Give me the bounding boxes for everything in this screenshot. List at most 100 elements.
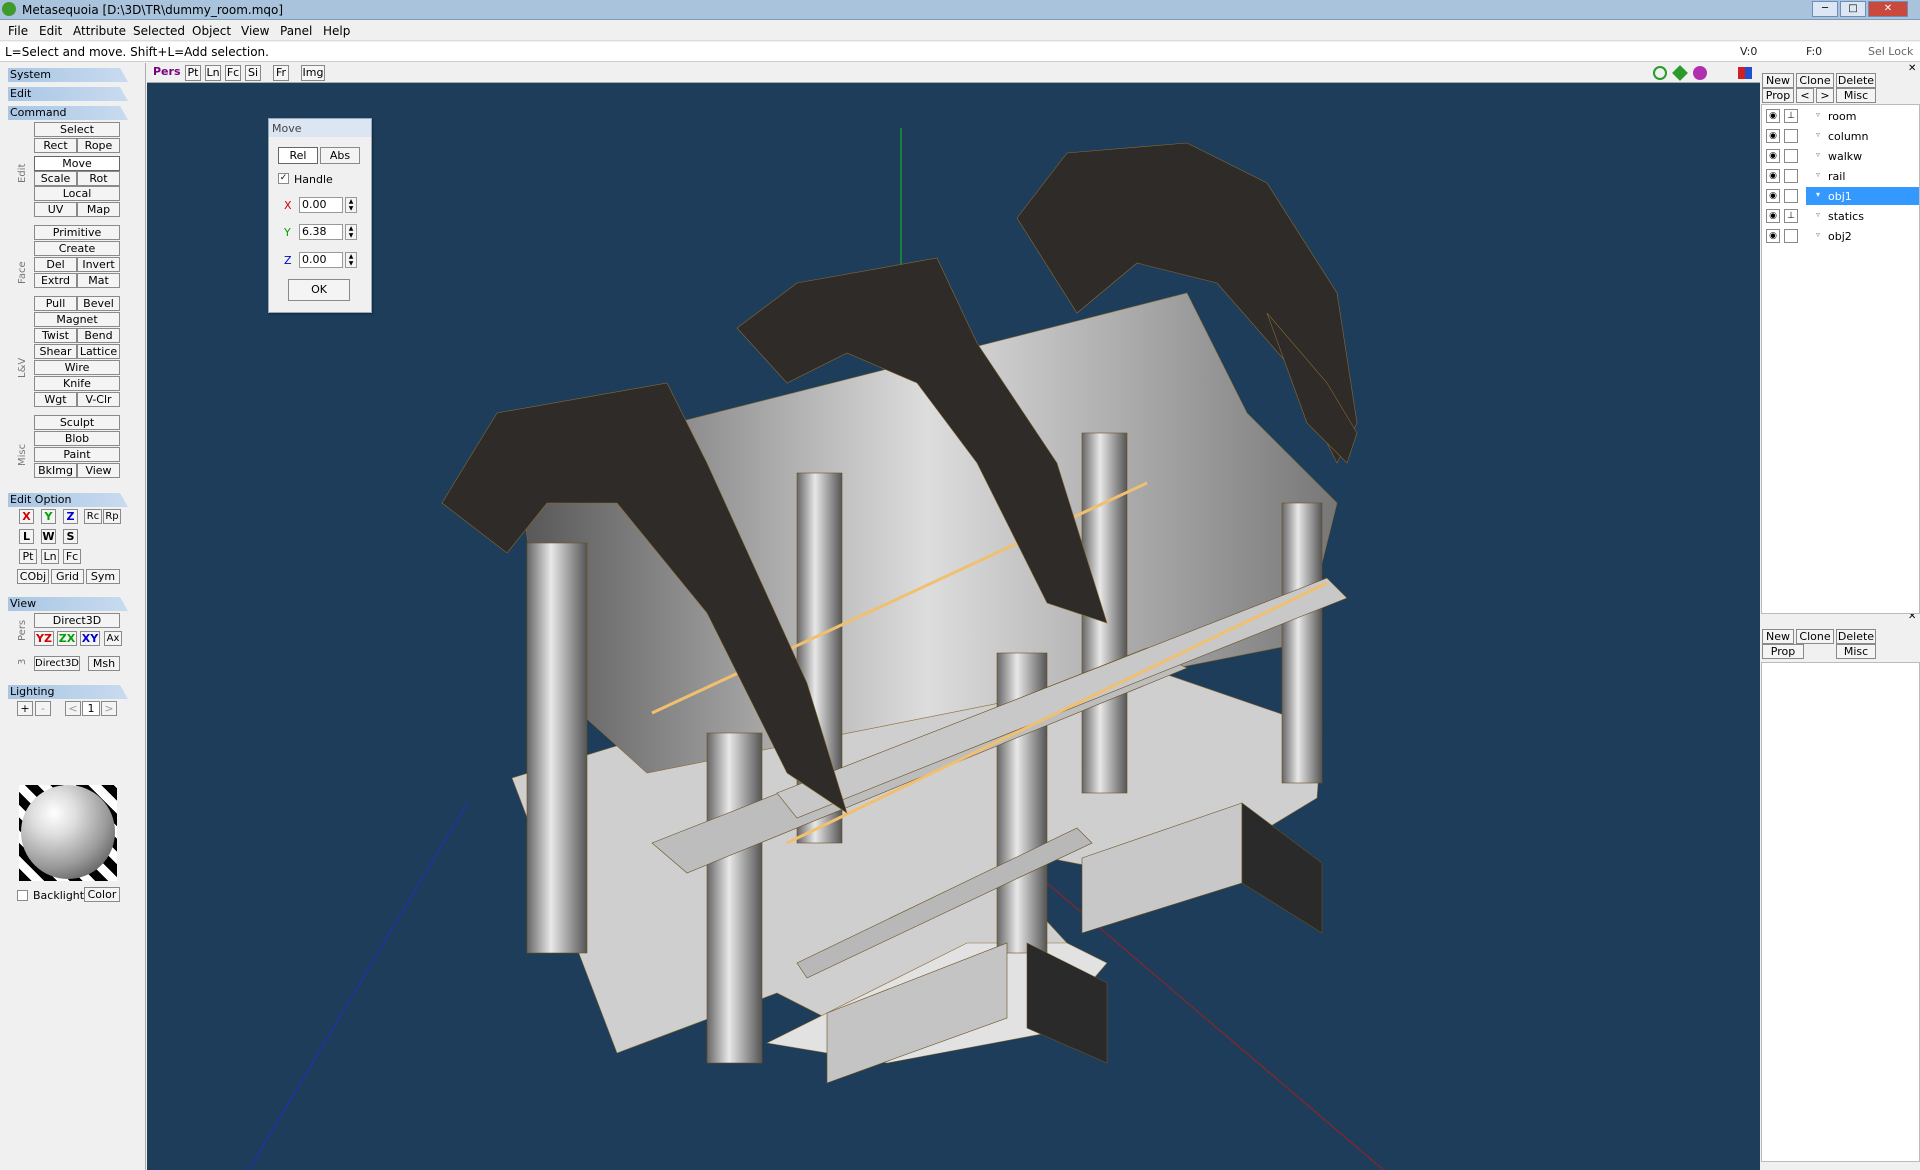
section-command[interactable]: Command [8,106,128,120]
visibility-eye-icon[interactable]: ◉ [1766,209,1780,223]
clone-object-button[interactable]: Clone [1796,73,1834,88]
section-lighting[interactable]: Lighting [8,685,128,699]
menu-help[interactable]: Help [323,24,350,38]
scale-button[interactable]: Scale [34,171,77,186]
create-button[interactable]: Create [34,241,120,256]
zx-view-button[interactable]: ZX [57,631,77,646]
ok-button[interactable]: OK [288,279,350,301]
direct3d-3d-button[interactable]: Direct3D [34,656,80,671]
move-dialog-title[interactable]: Move [269,119,371,137]
visibility-eye-icon[interactable]: ◉ [1766,229,1780,243]
twist-button[interactable]: Twist [34,328,77,343]
visibility-eye-icon[interactable]: ◉ [1766,129,1780,143]
wgt-button[interactable]: Wgt [34,392,77,407]
object-prop-button[interactable]: Prop [1762,88,1794,103]
xy-view-button[interactable]: XY [80,631,100,646]
show-faces-toggle[interactable]: Fc [225,65,241,81]
view-button[interactable]: View [77,463,120,478]
direct3d-button[interactable]: Direct3D [34,613,120,628]
menu-panel[interactable]: Panel [280,24,312,38]
screen-axis-toggle[interactable]: S [63,529,78,544]
close-button[interactable]: ✕ [1868,1,1908,17]
vclr-button[interactable]: V-Clr [77,392,120,407]
yz-view-button[interactable]: YZ [34,631,54,646]
view-mode-pers[interactable]: Pers [153,65,181,81]
local-axis-toggle[interactable]: L [19,529,34,544]
lock-icon[interactable]: ⊥ [1784,109,1798,123]
object-row-walkw[interactable]: ◉ ▿ walkw [1762,147,1919,165]
abs-button[interactable]: Abs [320,147,360,164]
primitive-button[interactable]: Primitive [34,225,120,240]
select-button[interactable]: Select [34,122,120,137]
rel-button[interactable]: Rel [278,147,318,164]
world-axis-toggle[interactable]: W [41,529,56,544]
ax-button[interactable]: Ax [104,631,122,646]
visibility-eye-icon[interactable]: ◉ [1766,109,1780,123]
map-button[interactable]: Map [77,202,120,217]
rp-button[interactable]: Rp [103,509,121,524]
grid-button[interactable]: Grid [51,569,84,584]
delete-object-button[interactable]: Delete [1836,73,1876,88]
x-input[interactable]: 0.00 [299,197,343,213]
section-system[interactable]: System [8,68,128,82]
light-color-button[interactable]: Color [84,887,120,902]
front-toggle[interactable]: Fr [273,65,289,81]
section-edit[interactable]: Edit [8,87,128,101]
scene-render[interactable] [147,83,1760,1170]
uv-button[interactable]: UV [34,202,77,217]
wire-button[interactable]: Wire [34,360,120,375]
material-prop-button[interactable]: Prop [1762,644,1804,659]
visibility-eye-icon[interactable]: ◉ [1766,189,1780,203]
object-next-button[interactable]: > [1816,88,1834,103]
lock-icon[interactable] [1784,129,1798,143]
rect-button[interactable]: Rect [34,138,77,153]
z-input[interactable]: 0.00 [299,252,343,268]
delete-material-button[interactable]: Delete [1836,629,1876,644]
bkimg-button[interactable]: BkImg [34,463,77,478]
sym-button[interactable]: Sym [86,569,120,584]
menu-view[interactable]: View [241,24,269,38]
object-row-column[interactable]: ◉ ▿ column [1762,127,1919,145]
axis-z-toggle[interactable]: Z [63,509,78,524]
clone-material-button[interactable]: Clone [1796,629,1834,644]
rotate-icon[interactable] [1693,66,1707,80]
object-row-obj2[interactable]: ◉ ▿ obj2 [1762,227,1919,245]
handle-checkbox[interactable]: ✓ [278,173,289,184]
rot-button[interactable]: Rot [77,171,120,186]
silhouette-toggle[interactable]: Si [245,65,261,81]
show-points-toggle[interactable]: Pt [185,65,201,81]
mat-button[interactable]: Mat [77,273,120,288]
menu-file[interactable]: File [8,24,28,38]
shear-button[interactable]: Shear [34,344,77,359]
msh-button[interactable]: Msh [88,656,120,671]
section-edit-option[interactable]: Edit Option [8,493,128,507]
menu-object[interactable]: Object [192,24,231,38]
object-prev-button[interactable]: < [1796,88,1814,103]
minimize-button[interactable]: ─ [1812,1,1838,17]
blob-button[interactable]: Blob [34,431,120,446]
knife-button[interactable]: Knife [34,376,120,391]
x-spinner[interactable]: ▲ ▼ [345,197,357,213]
lock-icon[interactable] [1784,229,1798,243]
fc-toggle[interactable]: Fc [63,549,81,564]
axis-x-toggle[interactable]: X [19,509,34,524]
sel-lock-button[interactable]: Sel Lock [1868,45,1913,58]
add-light-button[interactable]: + [17,701,33,716]
sculpt-button[interactable]: Sculpt [34,415,120,430]
menu-edit[interactable]: Edit [39,24,62,38]
new-object-button[interactable]: New [1762,73,1794,88]
section-view[interactable]: View [8,597,128,611]
prev-light-button[interactable]: < [65,701,81,716]
visibility-eye-icon[interactable]: ◉ [1766,169,1780,183]
rc-button[interactable]: Rc [84,509,102,524]
menu-attribute[interactable]: Attribute [73,24,126,38]
object-row-room[interactable]: ◉ ⊥ ▿ room [1762,107,1919,125]
axis-y-toggle[interactable]: Y [41,509,56,524]
remove-light-button[interactable]: - [35,701,51,716]
lock-icon[interactable] [1784,169,1798,183]
lighting-preview[interactable] [19,785,117,881]
pull-button[interactable]: Pull [34,296,77,311]
bend-button[interactable]: Bend [77,328,120,343]
bkimg-toggle[interactable]: Img [301,65,325,81]
object-row-rail[interactable]: ◉ ▿ rail [1762,167,1919,185]
